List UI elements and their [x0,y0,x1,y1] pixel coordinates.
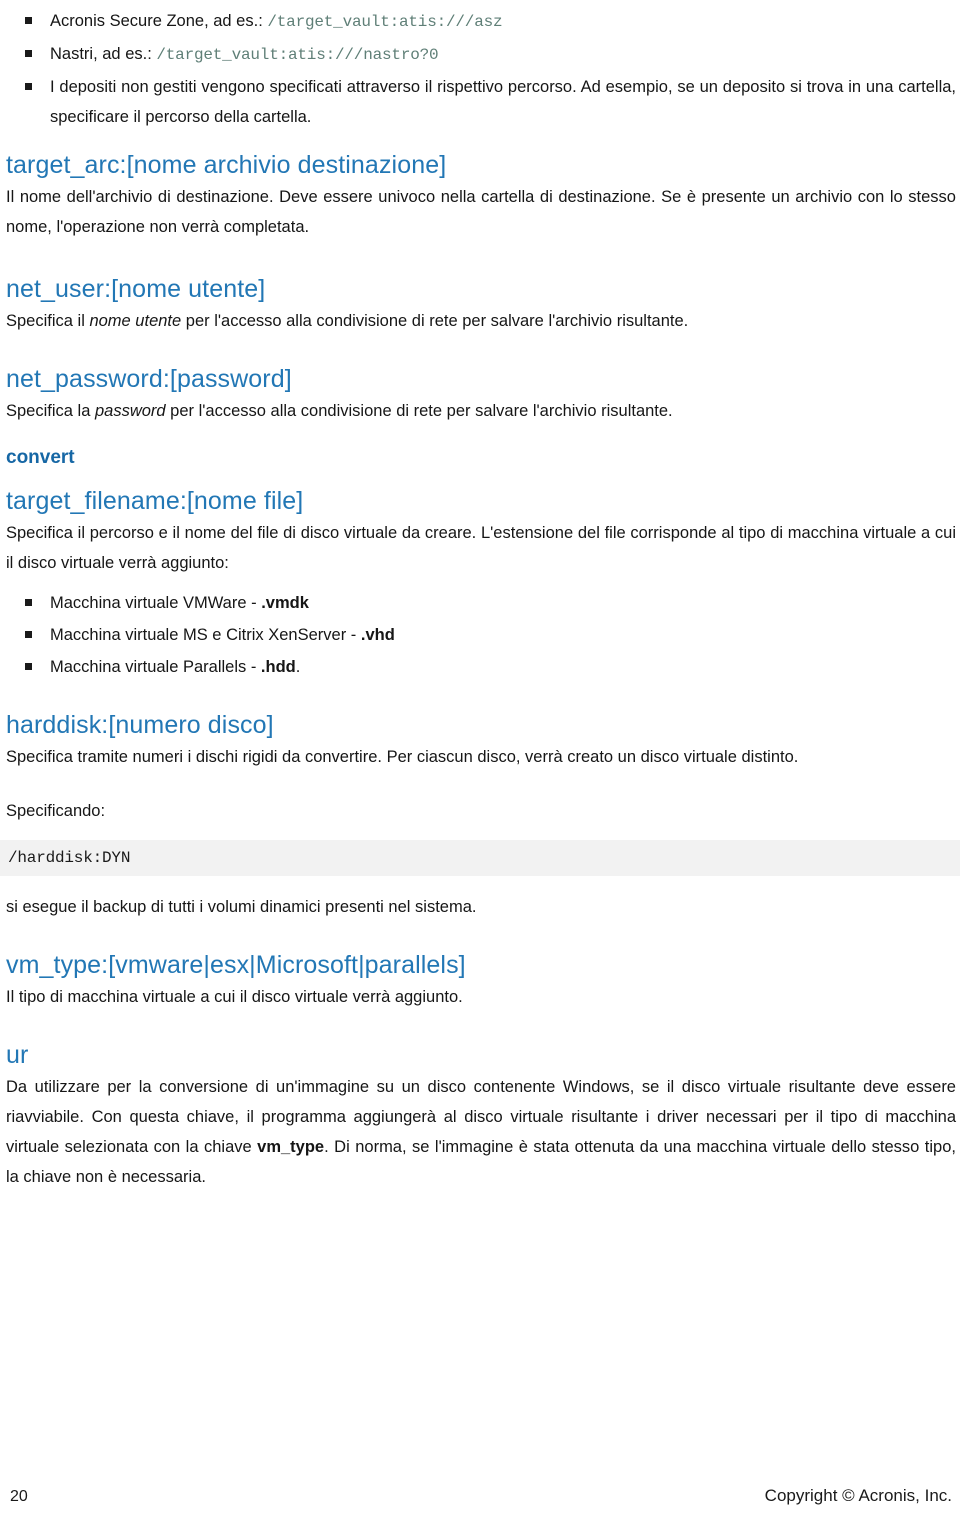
square-bullet-icon [25,50,32,57]
body-strong-vm-type: vm_type [257,1138,325,1156]
bullet-code-text: /target_vault:atis:///nastro?0 [156,46,439,64]
heading-net-user: net_user:[nome utente] [6,275,266,303]
body-after-code: si esegue il backup di tutti i volumi di… [6,898,477,916]
vm-extension: .hdd [260,658,296,676]
body-text-post: per l'accesso alla condivisione di rete … [165,402,673,420]
heading-harddisk: harddisk:[numero disco] [6,711,274,739]
body-text-post: per l'accesso alla condivisione di rete … [181,312,689,330]
vm-label: Macchina virtuale MS e Citrix XenServer … [50,626,361,644]
body-emphasis: password [94,402,166,420]
heading-target-arc: target_arc:[nome archivio destinazione] [6,151,447,179]
bullet-lead-text: Nastri, ad es.: [50,45,157,63]
list-item: Macchina virtuale MS e Citrix XenServer … [6,620,956,651]
square-bullet-icon [25,17,32,24]
body-text-pre: Specifica il [6,312,90,330]
bullet-paragraph-text: I depositi non gestiti vengono specifica… [50,78,956,126]
vm-extension-bullet-list: Macchina virtuale VMWare - .vmdk Macchin… [6,588,956,683]
label-specificando: Specificando: [6,802,106,820]
list-item: I depositi non gestiti vengono specifica… [6,72,956,132]
heading-convert-command: convert [6,447,75,468]
body-vm-type: Il tipo di macchina virtuale a cui il di… [6,988,463,1006]
vm-extension: .vhd [360,626,395,644]
square-bullet-icon [25,83,32,90]
vm-tail: . [295,658,301,676]
vm-label: Macchina virtuale Parallels - [50,658,261,676]
vm-label: Macchina virtuale VMWare - [50,594,262,612]
footer-copyright: Copyright © Acronis, Inc. [764,1486,952,1505]
square-bullet-icon [25,599,32,606]
code-block-harddisk-dyn: /harddisk:DYN [0,840,960,876]
intro-bullet-list: Acronis Secure Zone, ad es.: /target_vau… [6,6,956,132]
square-bullet-icon [25,663,32,670]
document-page: Acronis Secure Zone, ad es.: /target_vau… [0,0,960,1524]
heading-vm-type: vm_type:[vmware|esx|Microsoft|parallels] [6,951,466,979]
body-text-pre: Specifica la [6,402,95,420]
body-harddisk: Specifica tramite numeri i dischi rigidi… [6,748,799,766]
list-item: Nastri, ad es.: /target_vault:atis:///na… [6,39,956,71]
body-net-password: Specifica la password per l'accesso alla… [6,396,956,426]
body-target-filename: Specifica il percorso e il nome del file… [6,524,956,572]
vm-extension: .vmdk [261,594,309,612]
bullet-code-text: /target_vault:atis:///asz [267,13,503,31]
body-net-user: Specifica il nome utente per l'accesso a… [6,306,956,336]
list-item: Macchina virtuale Parallels - .hdd. [6,652,956,683]
page-footer: 20 Copyright © Acronis, Inc. [0,1486,960,1506]
heading-ur: ur [6,1041,29,1069]
body-ur: Da utilizzare per la conversione di un'i… [6,1072,956,1192]
bullet-lead-text: Acronis Secure Zone, ad es.: [50,12,268,30]
footer-page-number: 20 [10,1488,28,1505]
body-target-arc: Il nome dell'archivio di destinazione. D… [6,188,956,236]
square-bullet-icon [25,631,32,638]
body-emphasis: nome utente [89,312,182,330]
heading-net-password: net_password:[password] [6,365,292,393]
heading-target-filename: target_filename:[nome file] [6,487,304,515]
list-item: Macchina virtuale VMWare - .vmdk [6,588,956,619]
list-item: Acronis Secure Zone, ad es.: /target_vau… [6,6,956,38]
